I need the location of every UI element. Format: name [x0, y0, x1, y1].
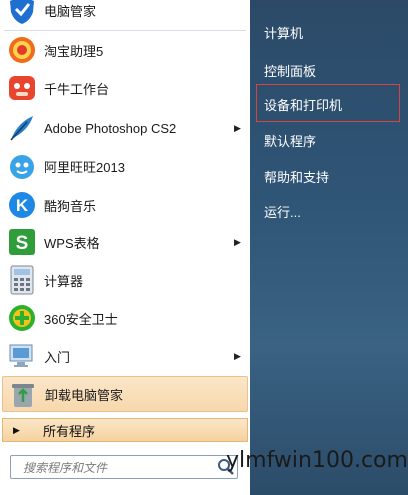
search-box[interactable] — [10, 455, 238, 479]
menu-item-label: 电脑管家 — [44, 3, 97, 19]
wps-icon: S — [6, 226, 38, 258]
menu-item-label: 计算器 — [44, 273, 84, 289]
submenu-arrow-icon: ▶ — [234, 236, 241, 247]
right-item-computer[interactable]: 计算机 — [264, 23, 303, 42]
watermark-text: ylmfwin100.com — [226, 448, 408, 473]
expand-arrow-icon: ▶ — [13, 424, 20, 435]
menu-item-label: 千牛工作台 — [44, 81, 110, 97]
menu-item-label: 卸载电脑管家 — [45, 387, 124, 403]
menu-item-label: WPS表格 — [44, 235, 100, 251]
recycle-icon — [7, 378, 39, 410]
submenu-arrow-icon: ▶ — [234, 122, 241, 133]
menu-item-label: Adobe Photoshop CS2 — [44, 120, 177, 136]
menu-item-label: 入门 — [44, 349, 71, 365]
kugou-icon: K — [6, 189, 38, 221]
calculator-icon — [6, 264, 38, 296]
menu-item-label: 360安全卫士 — [44, 311, 118, 327]
360-icon — [6, 302, 38, 334]
getting-started-icon — [6, 340, 38, 372]
highlight-box — [256, 84, 400, 122]
all-programs-button[interactable]: ▶ 所有程序 — [2, 418, 248, 442]
menu-item-qianniu[interactable]: 千牛工作台 — [2, 70, 248, 106]
start-menu-left-pane: 电脑管家 淘宝助理5 千牛工作台 Adobe Photoshop CS2 ▶ 阿… — [0, 0, 250, 495]
menu-item-pc-manager[interactable]: 电脑管家 — [2, 0, 248, 28]
right-item-control-panel[interactable]: 控制面板 — [264, 61, 316, 80]
start-menu-right-pane: 计算机 控制面板 设备和打印机 默认程序 帮助和支持 运行... — [250, 0, 408, 495]
taobao-icon — [6, 34, 38, 66]
submenu-arrow-icon: ▶ — [234, 350, 241, 361]
separator — [4, 30, 246, 31]
svg-text:S: S — [16, 233, 29, 254]
menu-item-label: 淘宝助理5 — [44, 43, 104, 59]
search-input[interactable] — [21, 457, 215, 479]
svg-text:K: K — [16, 196, 29, 215]
all-programs-label: 所有程序 — [43, 423, 96, 439]
menu-item-getting-started[interactable]: 入门 ▶ — [2, 338, 248, 374]
menu-item-label: 阿里旺旺2013 — [44, 159, 125, 175]
right-item-run[interactable]: 运行... — [264, 202, 301, 221]
menu-item-label: 酷狗音乐 — [44, 198, 97, 214]
menu-item-uninstall-pc-manager[interactable]: 卸载电脑管家 — [2, 376, 248, 412]
wangwang-icon — [6, 150, 38, 182]
menu-item-wps-spreadsheet[interactable]: S WPS表格 ▶ — [2, 224, 248, 260]
right-item-default-programs[interactable]: 默认程序 — [264, 131, 316, 150]
shield-icon — [6, 0, 38, 26]
right-item-help-support[interactable]: 帮助和支持 — [264, 167, 329, 186]
menu-item-kugou[interactable]: K 酷狗音乐 — [2, 187, 248, 223]
menu-item-calculator[interactable]: 计算器 — [2, 262, 248, 298]
menu-item-aliwangwang[interactable]: 阿里旺旺2013 — [2, 148, 248, 184]
menu-item-photoshop[interactable]: Adobe Photoshop CS2 ▶ — [2, 110, 248, 146]
menu-item-360-safeguard[interactable]: 360安全卫士 — [2, 300, 248, 336]
qianniu-icon — [6, 72, 38, 104]
menu-item-taobao-assistant[interactable]: 淘宝助理5 — [2, 32, 248, 68]
feather-icon — [6, 112, 38, 144]
